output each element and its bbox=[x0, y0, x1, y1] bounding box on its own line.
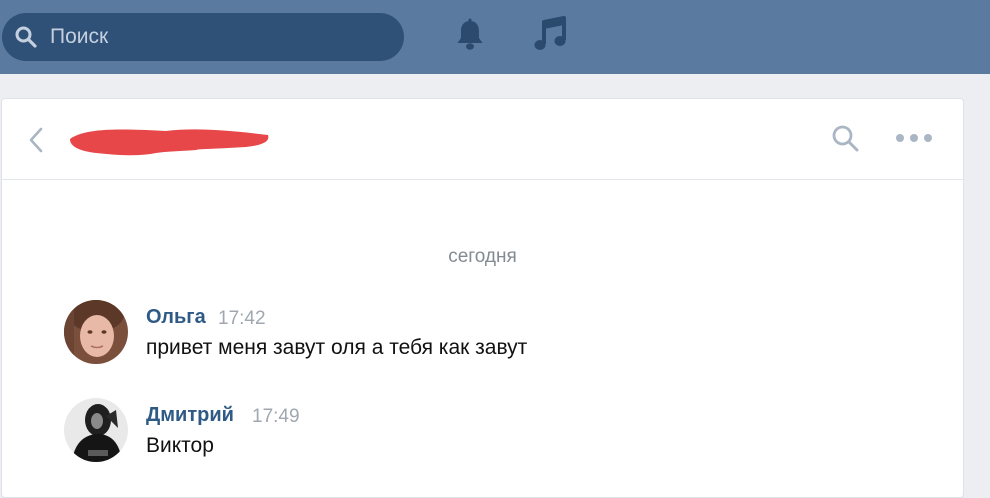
avatar[interactable] bbox=[64, 300, 128, 364]
message-item: Ольга 17:42 привет меня завут оля а тебя… bbox=[64, 300, 884, 366]
more-icon[interactable] bbox=[894, 129, 934, 147]
message-item: Дмитрий 17:49 Виктор bbox=[64, 398, 884, 464]
message-text: Виктор bbox=[146, 434, 214, 457]
search-input[interactable] bbox=[50, 25, 370, 49]
redacted-chat-title bbox=[70, 129, 269, 156]
avatar[interactable] bbox=[64, 398, 128, 462]
search-icon bbox=[15, 26, 37, 48]
message-text: привет меня завут оля а тебя как завут bbox=[146, 336, 528, 359]
top-bar bbox=[0, 0, 990, 74]
message-author[interactable]: Ольга bbox=[146, 306, 206, 329]
chat-header bbox=[2, 99, 963, 180]
music-icon[interactable] bbox=[534, 16, 568, 52]
search-icon[interactable] bbox=[830, 123, 860, 153]
search-box[interactable] bbox=[2, 13, 404, 61]
message-time: 17:42 bbox=[218, 308, 266, 329]
bell-icon[interactable] bbox=[454, 18, 486, 52]
message-time: 17:49 bbox=[252, 406, 300, 427]
chat-panel: сегодня Ольга 17:42 привет меня завут ол… bbox=[1, 98, 964, 498]
date-separator: сегодня bbox=[448, 246, 517, 267]
back-icon[interactable] bbox=[26, 125, 46, 155]
message-author[interactable]: Дмитрий bbox=[146, 404, 234, 427]
